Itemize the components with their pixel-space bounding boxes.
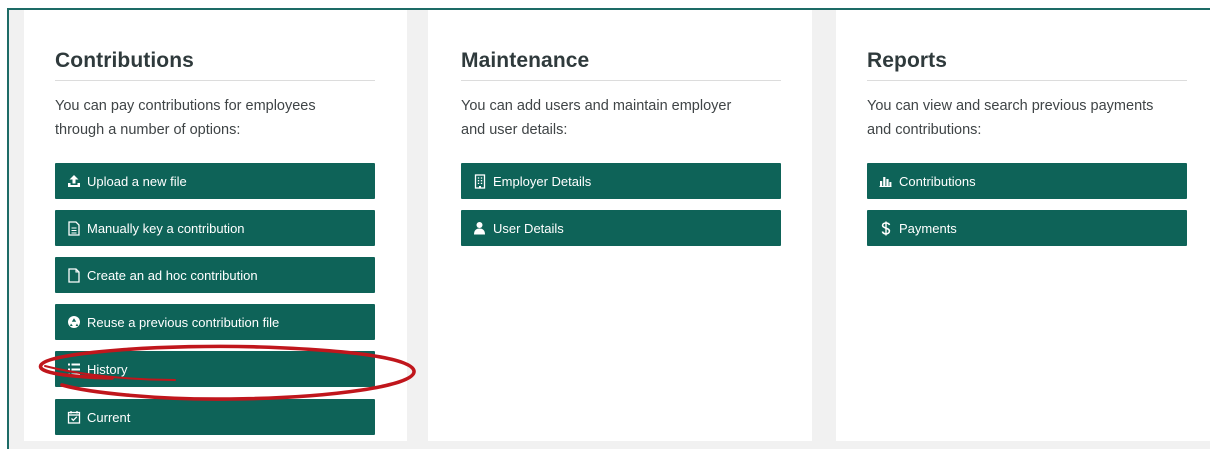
contributions-description-line1: You can pay contributions for employees — [55, 98, 316, 114]
contributions-divider — [55, 80, 375, 81]
user-icon — [472, 221, 487, 236]
reports-contributions-label: Contributions — [899, 173, 976, 189]
contributions-description: You can pay contributions for employees … — [55, 94, 385, 142]
calendar-check-icon — [66, 410, 81, 425]
building-icon — [472, 173, 487, 189]
upload-new-file-button[interactable]: Upload a new file — [55, 163, 375, 199]
manually-key-contribution-label: Manually key a contribution — [87, 220, 245, 236]
maintenance-title: Maintenance — [461, 49, 590, 72]
user-details-button[interactable]: User Details — [461, 210, 781, 246]
document-lines-icon — [66, 220, 81, 236]
upload-new-file-label: Upload a new file — [87, 173, 187, 189]
maintenance-description-line1: You can add users and maintain employer — [461, 98, 732, 114]
blank-document-icon — [66, 267, 81, 283]
reports-description-line1: You can view and search previous payment… — [867, 98, 1154, 114]
reports-title: Reports — [867, 49, 948, 72]
history-label: History — [87, 361, 128, 377]
bar-chart-icon — [878, 174, 893, 189]
create-ad-hoc-contribution-button[interactable]: Create an ad hoc contribution — [55, 257, 375, 293]
employer-details-label: Employer Details — [493, 173, 592, 189]
reuse-previous-contribution-file-label: Reuse a previous contribution file — [87, 314, 280, 330]
maintenance-description-line2: and user details: — [461, 122, 568, 138]
reports-contributions-button[interactable]: Contributions — [867, 163, 1187, 199]
maintenance-divider — [461, 80, 781, 81]
reports-description: You can view and search previous payment… — [867, 94, 1202, 142]
reports-description-line2: and contributions: — [867, 122, 982, 138]
payments-label: Payments — [899, 220, 957, 236]
current-label: Current — [87, 409, 131, 425]
recycle-icon — [66, 315, 81, 330]
contributions-title: Contributions — [55, 49, 194, 72]
reuse-previous-contribution-file-button[interactable]: Reuse a previous contribution file — [55, 304, 375, 340]
payments-button[interactable]: Payments — [867, 210, 1187, 246]
user-details-label: User Details — [493, 220, 564, 236]
list-icon — [66, 362, 81, 377]
current-button[interactable]: Current — [55, 399, 375, 435]
dollar-icon — [878, 221, 893, 236]
manually-key-contribution-button[interactable]: Manually key a contribution — [55, 210, 375, 246]
reports-divider — [867, 80, 1187, 81]
create-ad-hoc-contribution-label: Create an ad hoc contribution — [87, 267, 258, 283]
history-button[interactable]: History — [55, 351, 375, 387]
upload-icon — [66, 174, 81, 189]
employer-details-button[interactable]: Employer Details — [461, 163, 781, 199]
maintenance-description: You can add users and maintain employer … — [461, 94, 796, 142]
contributions-description-line2: through a number of options: — [55, 122, 241, 138]
